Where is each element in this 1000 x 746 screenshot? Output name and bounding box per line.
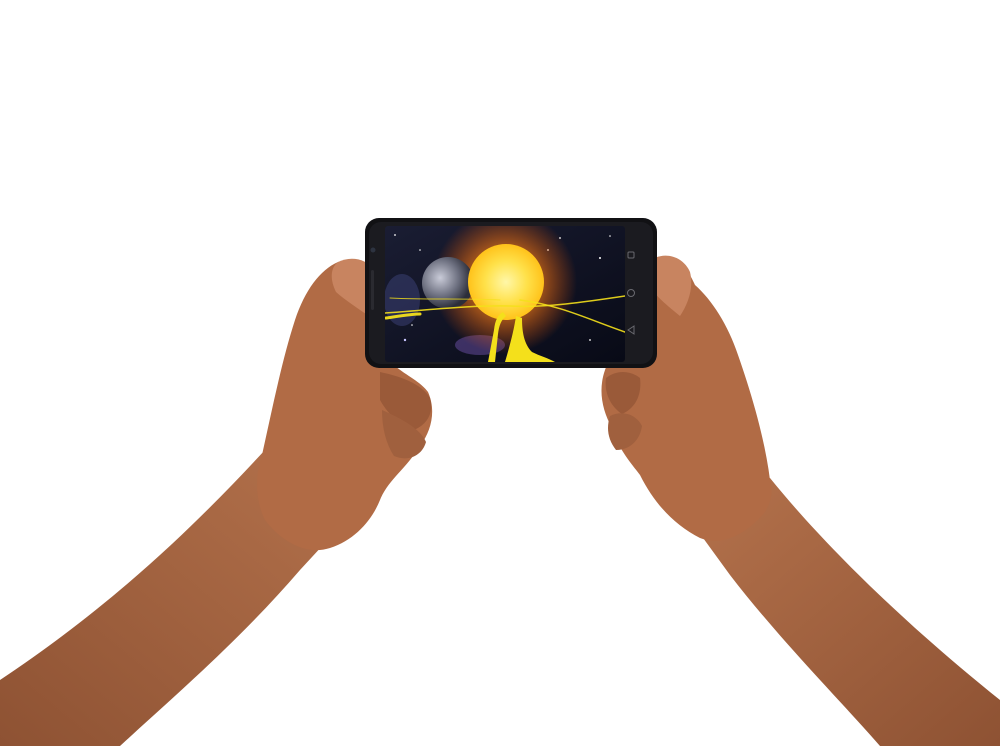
phone-screen: [385, 226, 625, 362]
speaker-grille: [371, 270, 374, 310]
planet: [422, 257, 474, 309]
sun: [468, 244, 544, 320]
photo-scene: [0, 218, 1000, 746]
front-camera: [370, 247, 376, 253]
